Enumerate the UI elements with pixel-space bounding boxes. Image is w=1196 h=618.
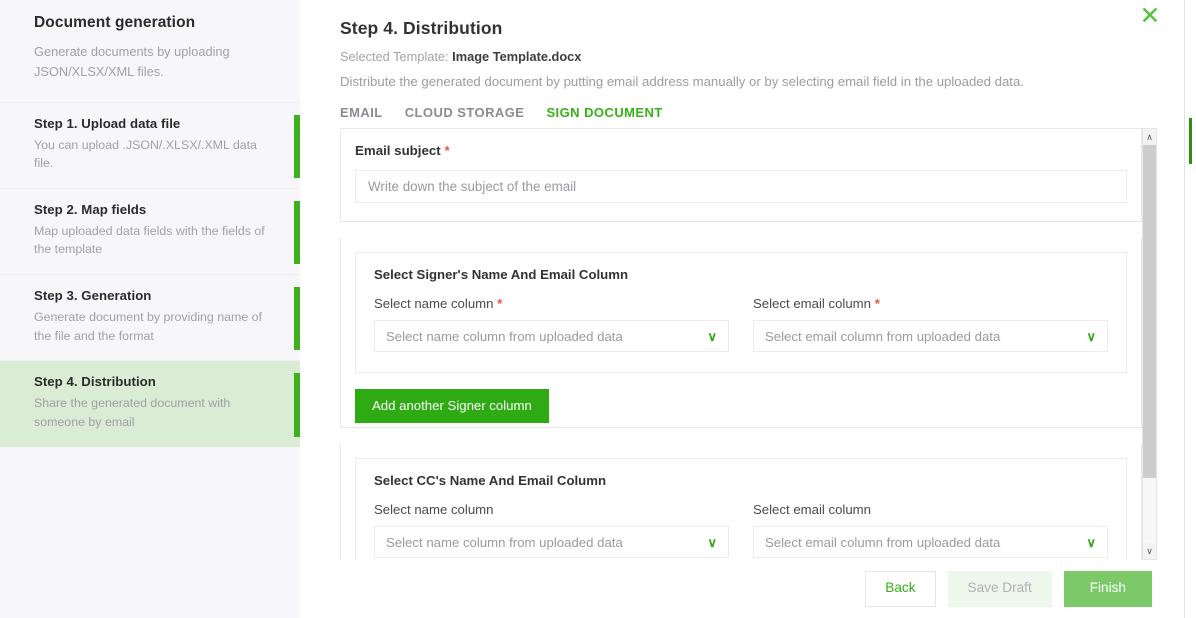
cc-email-column: Select email column Select email column … [753, 502, 1108, 558]
step-description: Generate document by providing name of t… [34, 308, 266, 345]
step-description: Map uploaded data fields with the fields… [34, 222, 266, 259]
signer-email-select[interactable]: Select email column from uploaded data ∨ [753, 320, 1108, 352]
step-description: Share the generated document with someon… [34, 394, 266, 431]
step-title: Step 1. Upload data file [34, 116, 266, 131]
vertical-scrollbar[interactable]: ∧ ∨ [1142, 128, 1157, 560]
sidebar-item-step-2[interactable]: Step 2. Map fields Map uploaded data fie… [0, 188, 300, 274]
cc-columns: Select name column Select name column fr… [374, 502, 1108, 558]
finish-button[interactable]: Finish [1064, 571, 1152, 606]
sidebar-item-step-4[interactable]: Step 4. Distribution Share the generated… [0, 360, 300, 446]
signer-name-label-text: Select name column [374, 296, 493, 311]
sidebar-title: Document generation [34, 14, 266, 32]
signer-name-select[interactable]: Select name column from uploaded data ∨ [374, 320, 729, 352]
email-subject-label: Email subject * [355, 143, 1127, 158]
cc-email-select-value: Select email column from uploaded data [765, 535, 1000, 550]
email-subject-placeholder: Write down the subject of the email [368, 179, 576, 194]
add-another-signer-column-button[interactable]: Add another Signer column [355, 389, 549, 423]
chevron-down-icon: ∨ [707, 330, 717, 343]
signer-block-title: Select Signer's Name And Email Column [374, 267, 1108, 282]
sidebar-header: Document generation Generate documents b… [0, 0, 300, 82]
signer-section: Select Signer's Name And Email Column Se… [340, 238, 1142, 428]
signer-block: Select Signer's Name And Email Column Se… [355, 252, 1127, 373]
scroll-down-icon[interactable]: ∨ [1143, 543, 1156, 559]
chevron-down-icon: ∨ [1086, 536, 1096, 549]
signer-email-select-value: Select email column from uploaded data [765, 329, 1000, 344]
cc-name-column: Select name column Select name column fr… [374, 502, 729, 558]
signer-email-label-text: Select email column [753, 296, 871, 311]
chevron-down-icon: ∨ [707, 536, 717, 549]
email-subject-card: Email subject * Write down the subject o… [340, 129, 1142, 222]
step-title: Step 2. Map fields [34, 202, 266, 217]
selected-template: Selected Template: Image Template.docx [340, 49, 1140, 64]
sidebar-subtitle: Generate documents by uploading JSON/XLS… [34, 42, 266, 82]
sidebar-steps: Step 1. Upload data file You can upload … [0, 102, 300, 447]
email-subject-input[interactable]: Write down the subject of the email [355, 170, 1127, 203]
scroll-up-icon[interactable]: ∧ [1143, 129, 1156, 145]
section-spacer [340, 428, 1142, 444]
signer-email-label: Select email column * [753, 296, 1108, 311]
step-title: Step 4. Distribution [34, 374, 266, 389]
scrollbar-thumb[interactable] [1143, 145, 1156, 478]
page-title: Step 4. Distribution [340, 18, 1140, 39]
cc-block: Select CC's Name And Email Column Select… [355, 458, 1127, 560]
required-asterisk: * [444, 143, 449, 158]
right-rail-accent-bar [1189, 118, 1192, 164]
cc-block-title: Select CC's Name And Email Column [374, 473, 1108, 488]
app-root: Document generation Generate documents b… [0, 0, 1196, 618]
main-pane: ✕ Step 4. Distribution Selected Template… [300, 0, 1184, 618]
save-draft-button[interactable]: Save Draft [948, 571, 1052, 606]
selected-template-name: Image Template.docx [452, 49, 581, 64]
cc-email-label: Select email column [753, 502, 1108, 517]
step-description: You can upload .JSON/.XLSX/.XML data fil… [34, 136, 266, 173]
selected-template-label: Selected Template: [340, 49, 449, 64]
signer-columns: Select name column * Select name column … [374, 296, 1108, 352]
signer-name-select-value: Select name column from uploaded data [386, 329, 623, 344]
section-spacer [340, 222, 1142, 238]
sidebar-item-step-3[interactable]: Step 3. Generation Generate document by … [0, 274, 300, 360]
footer-actions: Back Save Draft Finish [300, 560, 1184, 618]
sidebar: Document generation Generate documents b… [0, 0, 300, 618]
email-subject-label-text: Email subject [355, 143, 441, 158]
form-scroll-content: Email subject * Write down the subject o… [340, 128, 1142, 560]
pane-description: Distribute the generated document by put… [340, 74, 1140, 89]
back-button[interactable]: Back [865, 571, 935, 606]
signer-email-column: Select email column * Select email colum… [753, 296, 1108, 352]
required-asterisk: * [497, 296, 502, 311]
sidebar-item-step-1[interactable]: Step 1. Upload data file You can upload … [0, 102, 300, 188]
step-title: Step 3. Generation [34, 288, 266, 303]
close-icon[interactable]: ✕ [1136, 2, 1164, 30]
required-asterisk: * [875, 296, 880, 311]
cc-name-select[interactable]: Select name column from uploaded data ∨ [374, 526, 729, 558]
pane-header: Step 4. Distribution Selected Template: … [300, 0, 1184, 89]
chevron-down-icon: ∨ [1086, 330, 1096, 343]
cc-name-select-value: Select name column from uploaded data [386, 535, 623, 550]
signer-name-column: Select name column * Select name column … [374, 296, 729, 352]
scroll-region: Email subject * Write down the subject o… [340, 128, 1157, 560]
cc-section: Select CC's Name And Email Column Select… [340, 444, 1142, 560]
signer-name-label: Select name column * [374, 296, 729, 311]
right-rail [1184, 0, 1196, 618]
cc-email-select[interactable]: Select email column from uploaded data ∨ [753, 526, 1108, 558]
cc-name-label: Select name column [374, 502, 729, 517]
